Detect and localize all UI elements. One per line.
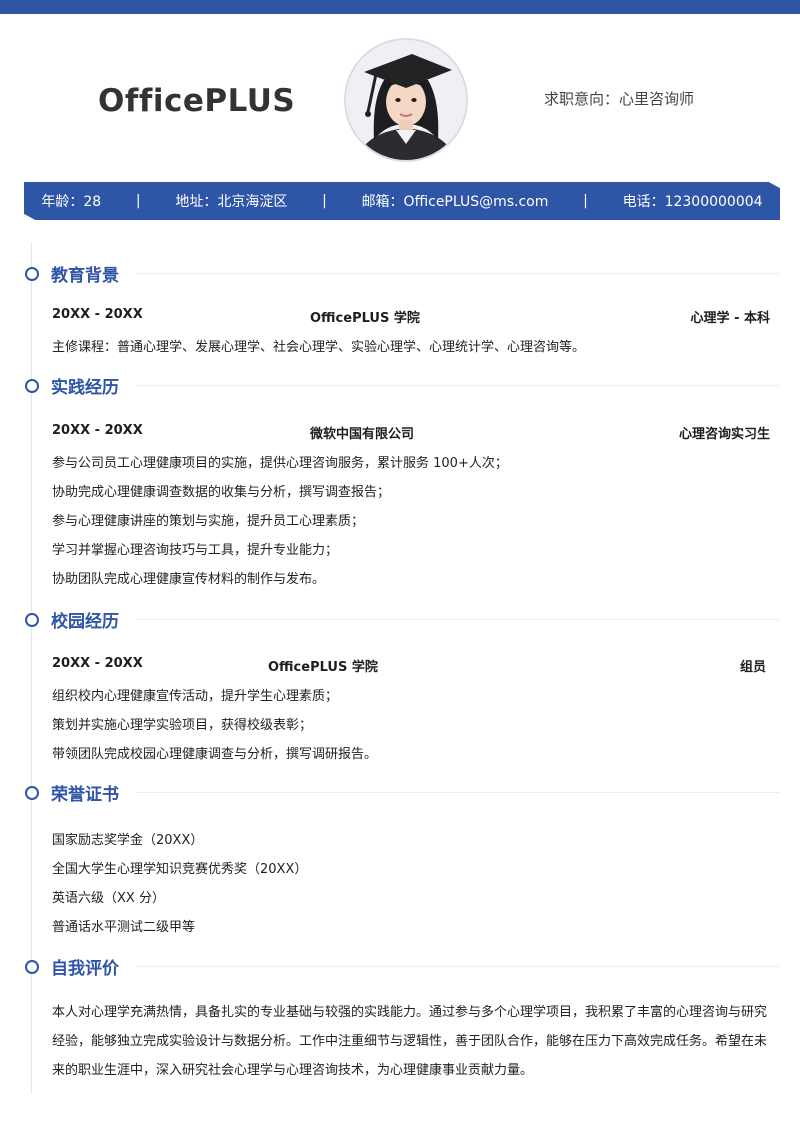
list-item: 参与公司员工心理健康项目的实施，提供心理咨询服务，累计服务 100+人次； (52, 456, 508, 471)
practice-role: 心理咨询实习生 (678, 427, 770, 442)
timeline-dot-icon (25, 960, 39, 974)
section-divider (136, 619, 780, 620)
campus-org: OfficePLUS 学院 (268, 660, 378, 675)
timeline-dot-icon (25, 613, 39, 627)
campus-role: 组员 (739, 660, 766, 675)
list-item: 国家励志奖学金（20XX） (52, 833, 204, 848)
section-campus: 校园经历 (24, 607, 780, 633)
section-education: 教育背景 (24, 261, 780, 287)
contact-info-bar: 年龄：28 | 地址：北京海淀区 | 邮箱：OfficePLUS@ms.com … (24, 182, 780, 220)
section-divider (136, 385, 780, 386)
section-self-evaluation: 自我评价 (24, 954, 780, 980)
list-item: 参与心理健康讲座的策划与实施，提升员工心理素质； (52, 514, 365, 529)
address-text: 地址：北京海淀区 (175, 194, 288, 210)
brand-name: OfficePLUS (98, 83, 296, 119)
info-separator: | (322, 193, 327, 209)
top-accent-bar (0, 0, 800, 14)
section-divider (136, 966, 780, 967)
campus-row: 20XX - 20XX OfficePLUS 学院 组员 (52, 656, 770, 676)
section-divider (136, 792, 780, 793)
list-item: 组织校内心理健康宣传活动，提升学生心理素质； (52, 689, 339, 704)
email-text: 邮箱：OfficePLUS@ms.com (361, 194, 549, 210)
list-item: 学习并掌握心理咨询技巧与工具，提升专业能力； (52, 543, 339, 558)
list-item: 全国大学生心理学知识竞赛优秀奖（20XX） (52, 862, 308, 877)
practice-date: 20XX - 20XX (52, 423, 143, 438)
list-item: 协助完成心理健康调查数据的收集与分析，撰写调查报告； (52, 485, 391, 500)
education-date: 20XX - 20XX (52, 307, 143, 322)
section-practice: 实践经历 (24, 373, 780, 399)
self-evaluation-text: 本人对心理学充满热情，具备扎实的专业基础与较强的实践能力。通过参与多个心理学项目… (52, 1005, 768, 1078)
section-honors: 荣誉证书 (24, 780, 780, 806)
timeline-dot-icon (25, 379, 39, 393)
education-degree: 心理学 - 本科 (690, 311, 770, 326)
phone-text: 电话：12300000004 (622, 194, 763, 210)
timeline-dot-icon (25, 786, 39, 800)
info-separator: | (583, 193, 588, 209)
age-text: 年龄：28 (41, 194, 102, 210)
education-school: OfficePLUS 学院 (310, 311, 420, 326)
timeline-dot-icon (25, 267, 39, 281)
list-item: 普通话水平测试二级甲等 (52, 920, 196, 935)
list-item: 协助团队完成心理健康宣传材料的制作与发布。 (52, 572, 326, 587)
list-item: 带领团队完成校园心理健康调查与分析，撰写调研报告。 (52, 747, 378, 762)
campus-date: 20XX - 20XX (52, 656, 143, 671)
practice-company: 微软中国有限公司 (310, 427, 415, 442)
job-objective: 求职意向：心里咨询师 (544, 90, 695, 108)
profile-photo (344, 38, 468, 162)
practice-row: 20XX - 20XX 微软中国有限公司 心理咨询实习生 (52, 423, 770, 443)
list-item: 策划并实施心理学实验项目，获得校级表彰； (52, 718, 313, 733)
section-title: 自我评价 (51, 959, 119, 979)
section-divider (136, 273, 780, 274)
graduate-portrait-icon (346, 40, 466, 160)
education-courses: 主修课程：普通心理学、发展心理学、社会心理学、实验心理学、心理统计学、心理咨询等… (52, 340, 586, 355)
section-title: 荣誉证书 (51, 785, 119, 805)
info-separator: | (135, 193, 141, 209)
section-title: 实践经历 (51, 378, 119, 398)
education-row: 20XX - 20XX OfficePLUS 学院 心理学 - 本科 (52, 307, 770, 327)
section-title: 校园经历 (51, 612, 119, 632)
list-item: 英语六级（XX 分） (52, 891, 165, 906)
section-title: 教育背景 (51, 266, 119, 286)
